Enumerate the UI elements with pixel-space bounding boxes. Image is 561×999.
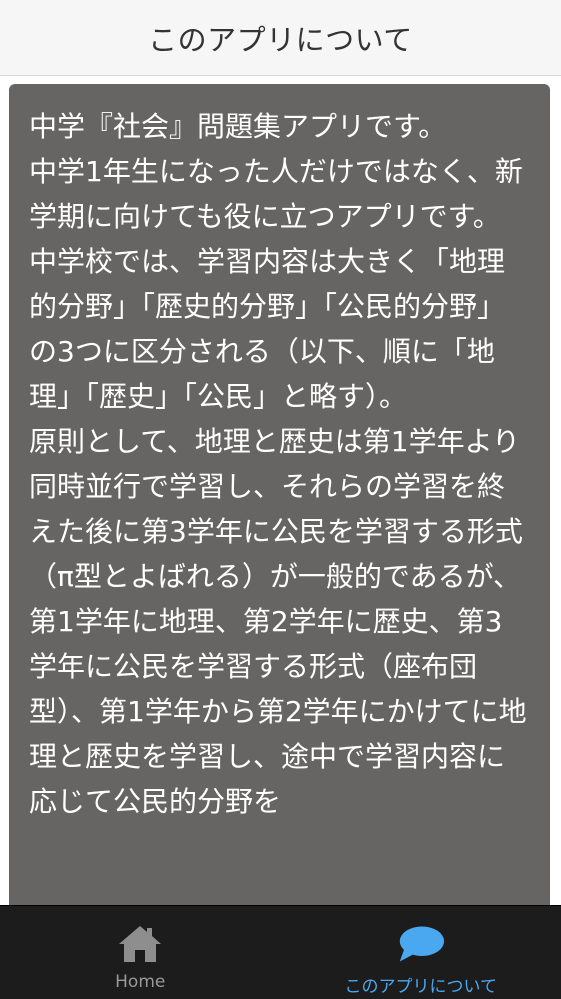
tab-home-label: Home bbox=[115, 972, 166, 992]
page-title: このアプリについて bbox=[148, 22, 413, 57]
app-screen: このアプリについて 中学『社会』問題集アプリです。 中学1年生になった人だけでは… bbox=[0, 0, 561, 999]
tab-home[interactable]: Home bbox=[0, 906, 281, 999]
home-icon bbox=[116, 922, 164, 966]
speech-bubble-icon bbox=[397, 922, 445, 966]
header-bar: このアプリについて bbox=[0, 0, 561, 76]
tab-about-app-label: このアプリについて bbox=[344, 977, 498, 997]
about-content-card[interactable]: 中学『社会』問題集アプリです。 中学1年生になった人だけではなく、新学期に向けて… bbox=[9, 84, 550, 924]
tab-about-app[interactable]: このアプリについて bbox=[281, 906, 561, 999]
about-description-text: 中学『社会』問題集アプリです。 中学1年生になった人だけではなく、新学期に向けて… bbox=[29, 110, 527, 818]
bottom-tab-bar: Home このアプリについて bbox=[0, 905, 561, 999]
